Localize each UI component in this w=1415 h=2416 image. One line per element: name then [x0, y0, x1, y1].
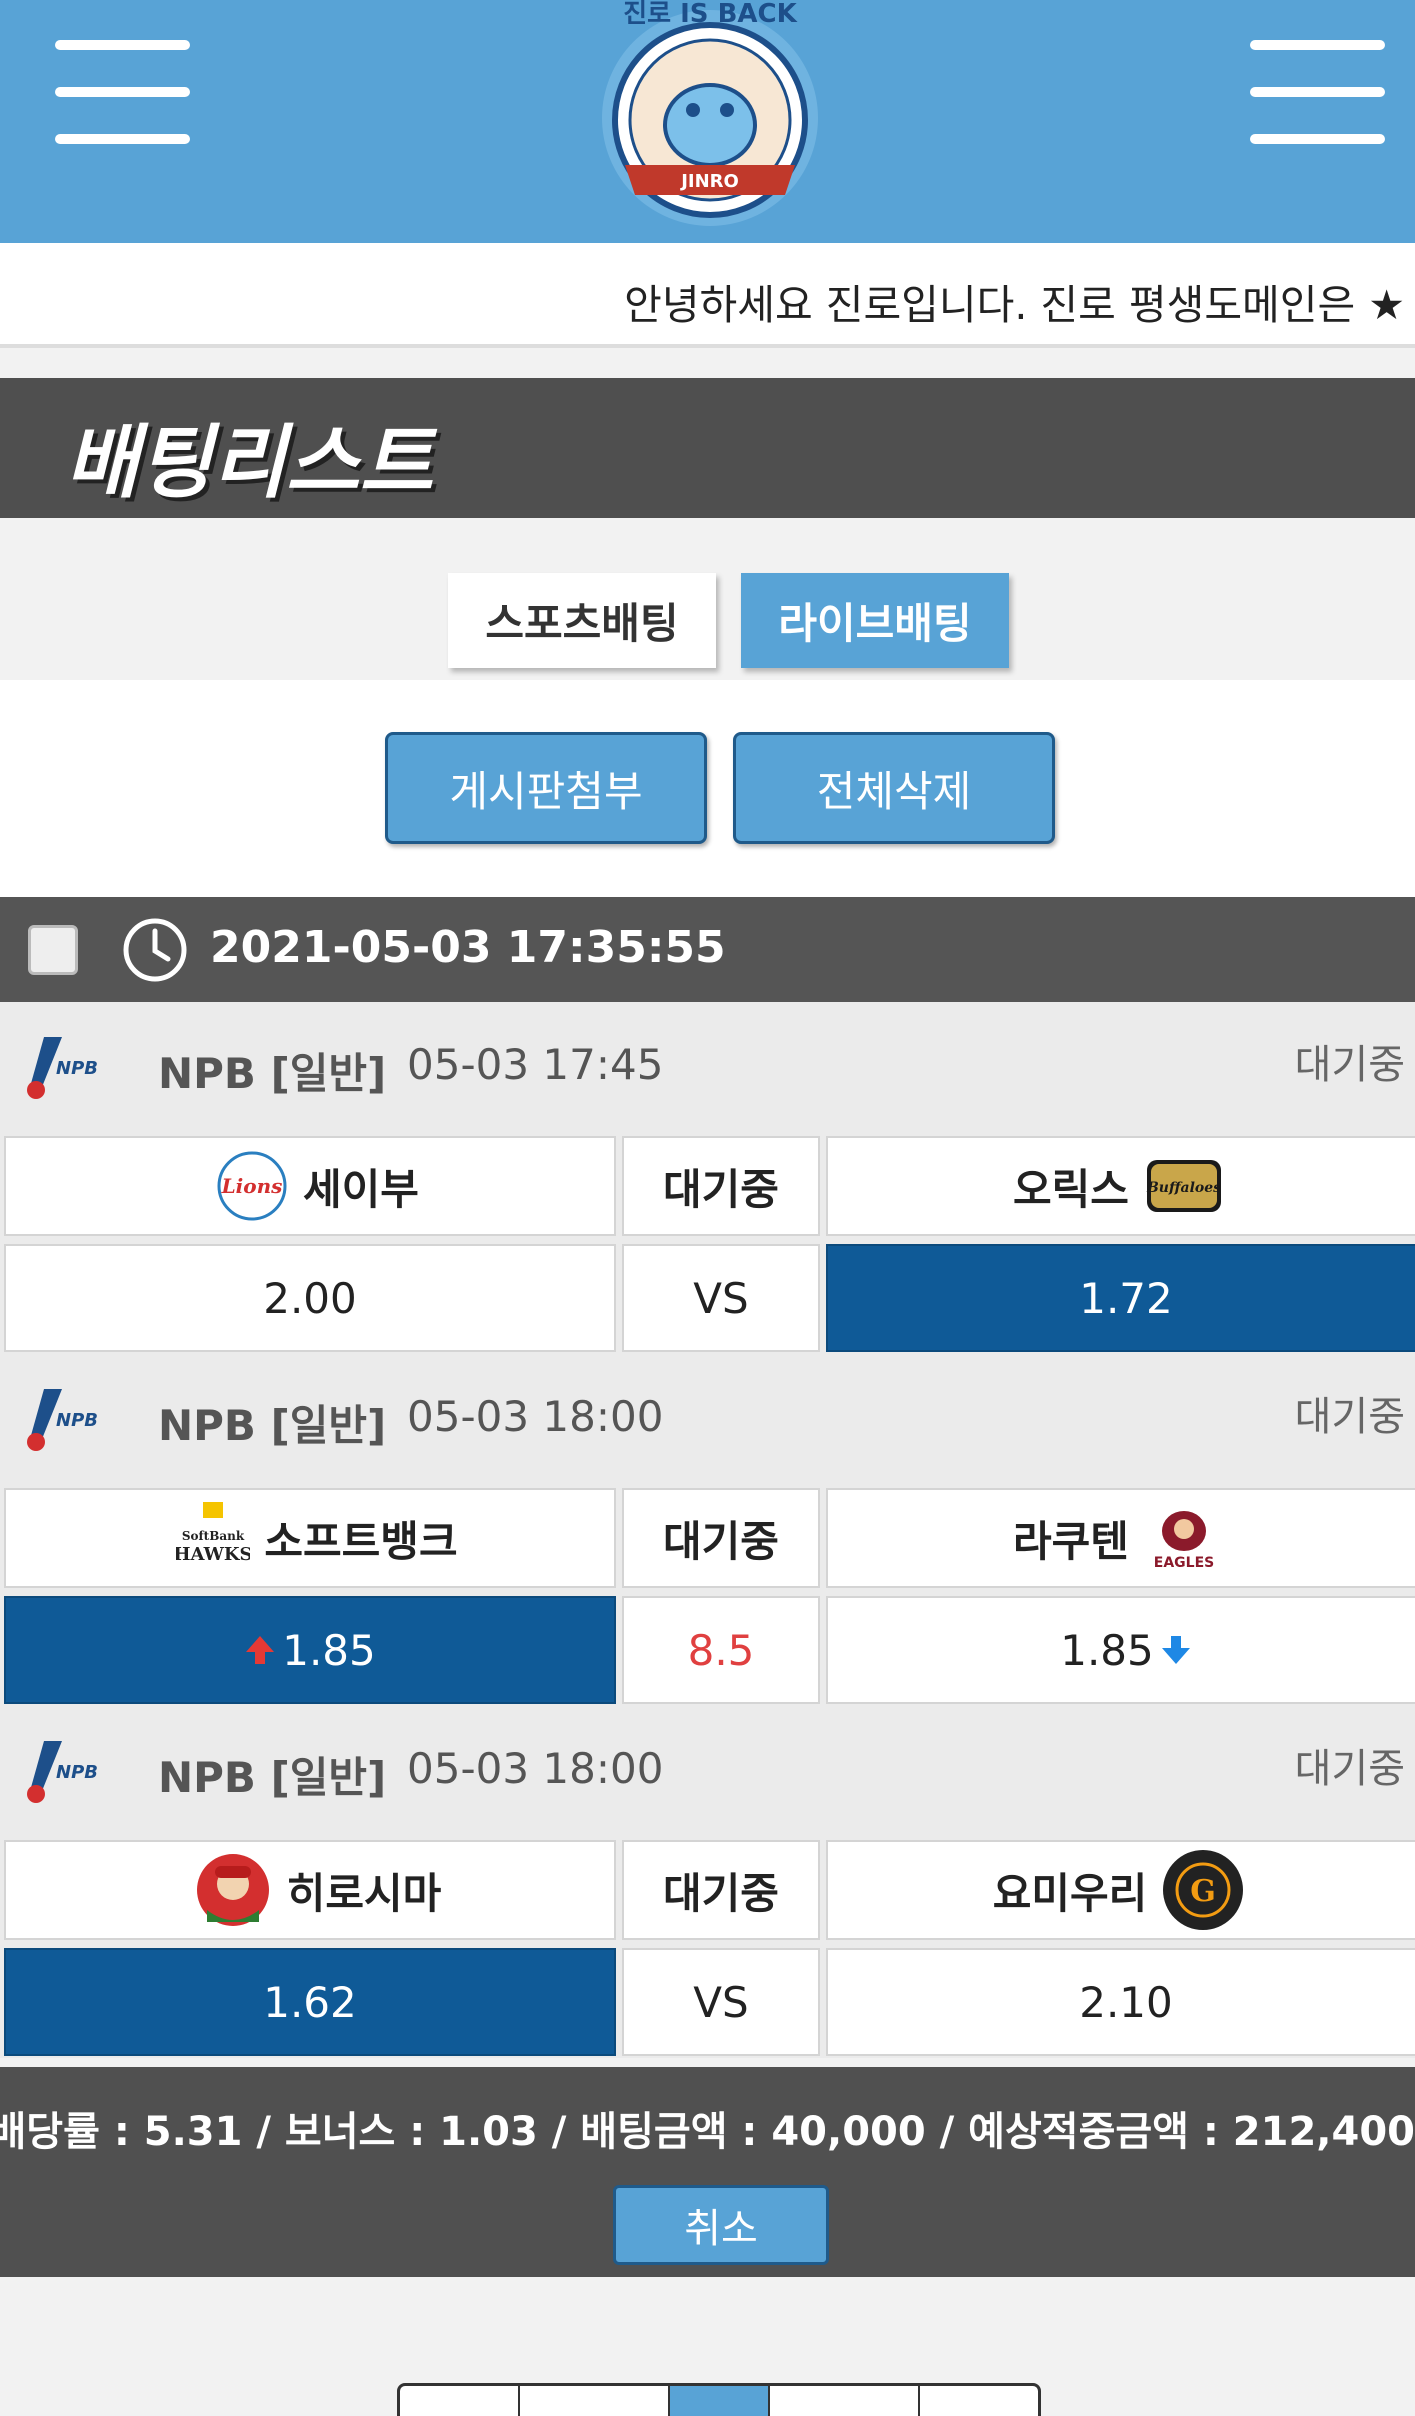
down-arrow-icon — [1160, 1634, 1192, 1666]
page-title: 배팅리스트 — [65, 416, 433, 509]
ticket-checkbox[interactable] — [28, 925, 78, 975]
attach-to-board-button[interactable]: 게시판첨부 — [385, 732, 707, 844]
title-bar: 배팅리스트 — [0, 378, 1415, 518]
svg-text:Buffaloes: Buffaloes — [1146, 1180, 1221, 1196]
menu-icon-right[interactable] — [1250, 30, 1385, 160]
home-team-cell: Lions 세이부 — [4, 1136, 616, 1236]
notice-ticker: 안녕하세요 진로입니다. 진로 평생도메인은 ★ — [0, 243, 1415, 348]
ticket-header: 2021-05-03 17:35:55 — [0, 897, 1415, 1002]
vs-cell: VS — [622, 1948, 820, 2056]
away-team-cell: 라쿠텐 EAGLES — [826, 1488, 1415, 1588]
away-team-name: 요미우리 — [992, 1868, 1148, 1918]
svg-text:NPB: NPB — [56, 1410, 98, 1431]
lions-logo-icon: Lions — [215, 1149, 289, 1223]
game-status: 대기중 — [1294, 1042, 1405, 1088]
away-team-name: 라쿠텐 — [1013, 1516, 1129, 1566]
home-odds-cell[interactable]: 2.00 — [4, 1244, 616, 1352]
hawks-logo-icon: SoftBank HAWKS — [176, 1500, 250, 1576]
logo-badge-text: JINRO — [679, 171, 739, 192]
game-status: 대기중 — [1294, 1746, 1405, 1792]
carp-logo-icon — [193, 1850, 273, 1930]
svg-text:NPB: NPB — [56, 1058, 98, 1079]
home-team-cell: 히로시마 — [4, 1840, 616, 1940]
away-odds-value: 1.85 — [1060, 1625, 1154, 1675]
page-last-button[interactable] — [920, 2386, 1038, 2416]
page-current-button[interactable] — [670, 2386, 770, 2416]
svg-text:G: G — [1190, 1874, 1216, 1909]
match-status-cell: 대기중 — [622, 1136, 820, 1236]
game-row: NPB NPB [일반] 05-03 18:00 대기중 SoftBank HAW… — [0, 1354, 1415, 1706]
away-odds-cell[interactable]: 1.72 — [826, 1244, 1415, 1352]
away-team-cell: 요미우리 G — [826, 1840, 1415, 1940]
cancel-button[interactable]: 취소 — [613, 2185, 829, 2265]
game-row: NPB NPB [일반] 05-03 18:00 대기중 히로시마 대기중 요미… — [0, 1706, 1415, 2058]
match-status-cell: 대기중 — [622, 1840, 820, 1940]
game-status: 대기중 — [1294, 1394, 1405, 1440]
npb-logo-icon: NPB — [22, 1736, 112, 1810]
buffaloes-logo-icon: Buffaloes — [1143, 1154, 1225, 1218]
match-status-cell: 대기중 — [622, 1488, 820, 1588]
npb-logo-icon: NPB — [22, 1032, 112, 1106]
svg-text:NPB: NPB — [56, 1762, 98, 1783]
summary-text: 배당률 : 5.31 / 보너스 : 1.03 / 배팅금액 : 40,000 … — [0, 2109, 1415, 2155]
home-team-cell: SoftBank HAWKS 소프트뱅크 — [4, 1488, 616, 1588]
delete-all-button[interactable]: 전체삭제 — [733, 732, 1055, 844]
away-team-name: 오릭스 — [1013, 1164, 1129, 1214]
svg-text:EAGLES: EAGLES — [1154, 1555, 1214, 1571]
home-odds-cell[interactable]: 1.85 — [4, 1596, 616, 1704]
league-label: NPB [일반] — [158, 1753, 387, 1802]
home-team-name: 히로시마 — [286, 1868, 442, 1918]
action-bar: 게시판첨부 전체삭제 — [0, 680, 1415, 897]
game-time: 05-03 18:00 — [407, 1392, 664, 1441]
eagles-logo-icon: EAGLES — [1143, 1503, 1225, 1573]
handicap-cell: 8.5 — [622, 1596, 820, 1704]
game-info: NPB NPB [일반] 05-03 18:00 대기중 — [0, 1354, 1415, 1484]
menu-icon-left[interactable] — [55, 30, 190, 160]
ticker-text: 안녕하세요 진로입니다. 진로 평생도메인은 ★ — [624, 281, 1405, 329]
pagination — [397, 2383, 1041, 2416]
up-arrow-icon — [244, 1634, 276, 1666]
away-odds-cell[interactable]: 2.10 — [826, 1948, 1415, 2056]
giants-logo-icon: G — [1161, 1848, 1245, 1932]
league-label: NPB [일반] — [158, 1401, 387, 1450]
tab-live-betting[interactable]: 라이브배팅 — [741, 573, 1009, 668]
game-info: NPB NPB [일반] 05-03 17:45 대기중 — [0, 1002, 1415, 1132]
game-info: NPB NPB [일반] 05-03 18:00 대기중 — [0, 1706, 1415, 1836]
npb-logo-icon: NPB — [22, 1384, 112, 1458]
ticket-datetime: 2021-05-03 17:35:55 — [210, 922, 726, 973]
home-team-name: 세이부 — [303, 1164, 419, 1214]
game-row: NPB NPB [일반] 05-03 17:45 대기중 Lions 세이부 대… — [0, 1002, 1415, 1354]
svg-text:HAWKS: HAWKS — [176, 1544, 250, 1565]
vs-cell: VS — [622, 1244, 820, 1352]
logo-top-text: 진로 IS BACK — [623, 0, 797, 29]
bet-type-tabs: 스포츠배팅 라이브배팅 — [0, 518, 1415, 680]
tab-sports-betting[interactable]: 스포츠배팅 — [448, 573, 716, 668]
page-first-button[interactable] — [400, 2386, 520, 2416]
site-header: JINRO 진로 IS BACK — [0, 0, 1415, 243]
home-team-name: 소프트뱅크 — [264, 1516, 458, 1566]
jinro-logo[interactable]: JINRO 진로 IS BACK — [585, 0, 835, 243]
page-next-button[interactable] — [770, 2386, 920, 2416]
bet-ticket: 2021-05-03 17:35:55 NPB NPB [일반] 05-03 1… — [0, 897, 1415, 2277]
game-time: 05-03 17:45 — [407, 1040, 664, 1089]
away-odds-cell[interactable]: 1.85 — [826, 1596, 1415, 1704]
clock-icon — [122, 917, 188, 987]
league-label: NPB [일반] — [158, 1049, 387, 1098]
home-odds-value: 1.85 — [282, 1625, 376, 1675]
page-prev-button[interactable] — [520, 2386, 670, 2416]
home-odds-cell[interactable]: 1.62 — [4, 1948, 616, 2056]
away-team-cell: 오릭스 Buffaloes — [826, 1136, 1415, 1236]
svg-text:SoftBank: SoftBank — [182, 1529, 245, 1543]
ticket-summary: 배당률 : 5.31 / 보너스 : 1.03 / 배팅금액 : 40,000 … — [0, 2067, 1415, 2277]
game-time: 05-03 18:00 — [407, 1744, 664, 1793]
svg-text:Lions: Lions — [221, 1174, 283, 1198]
